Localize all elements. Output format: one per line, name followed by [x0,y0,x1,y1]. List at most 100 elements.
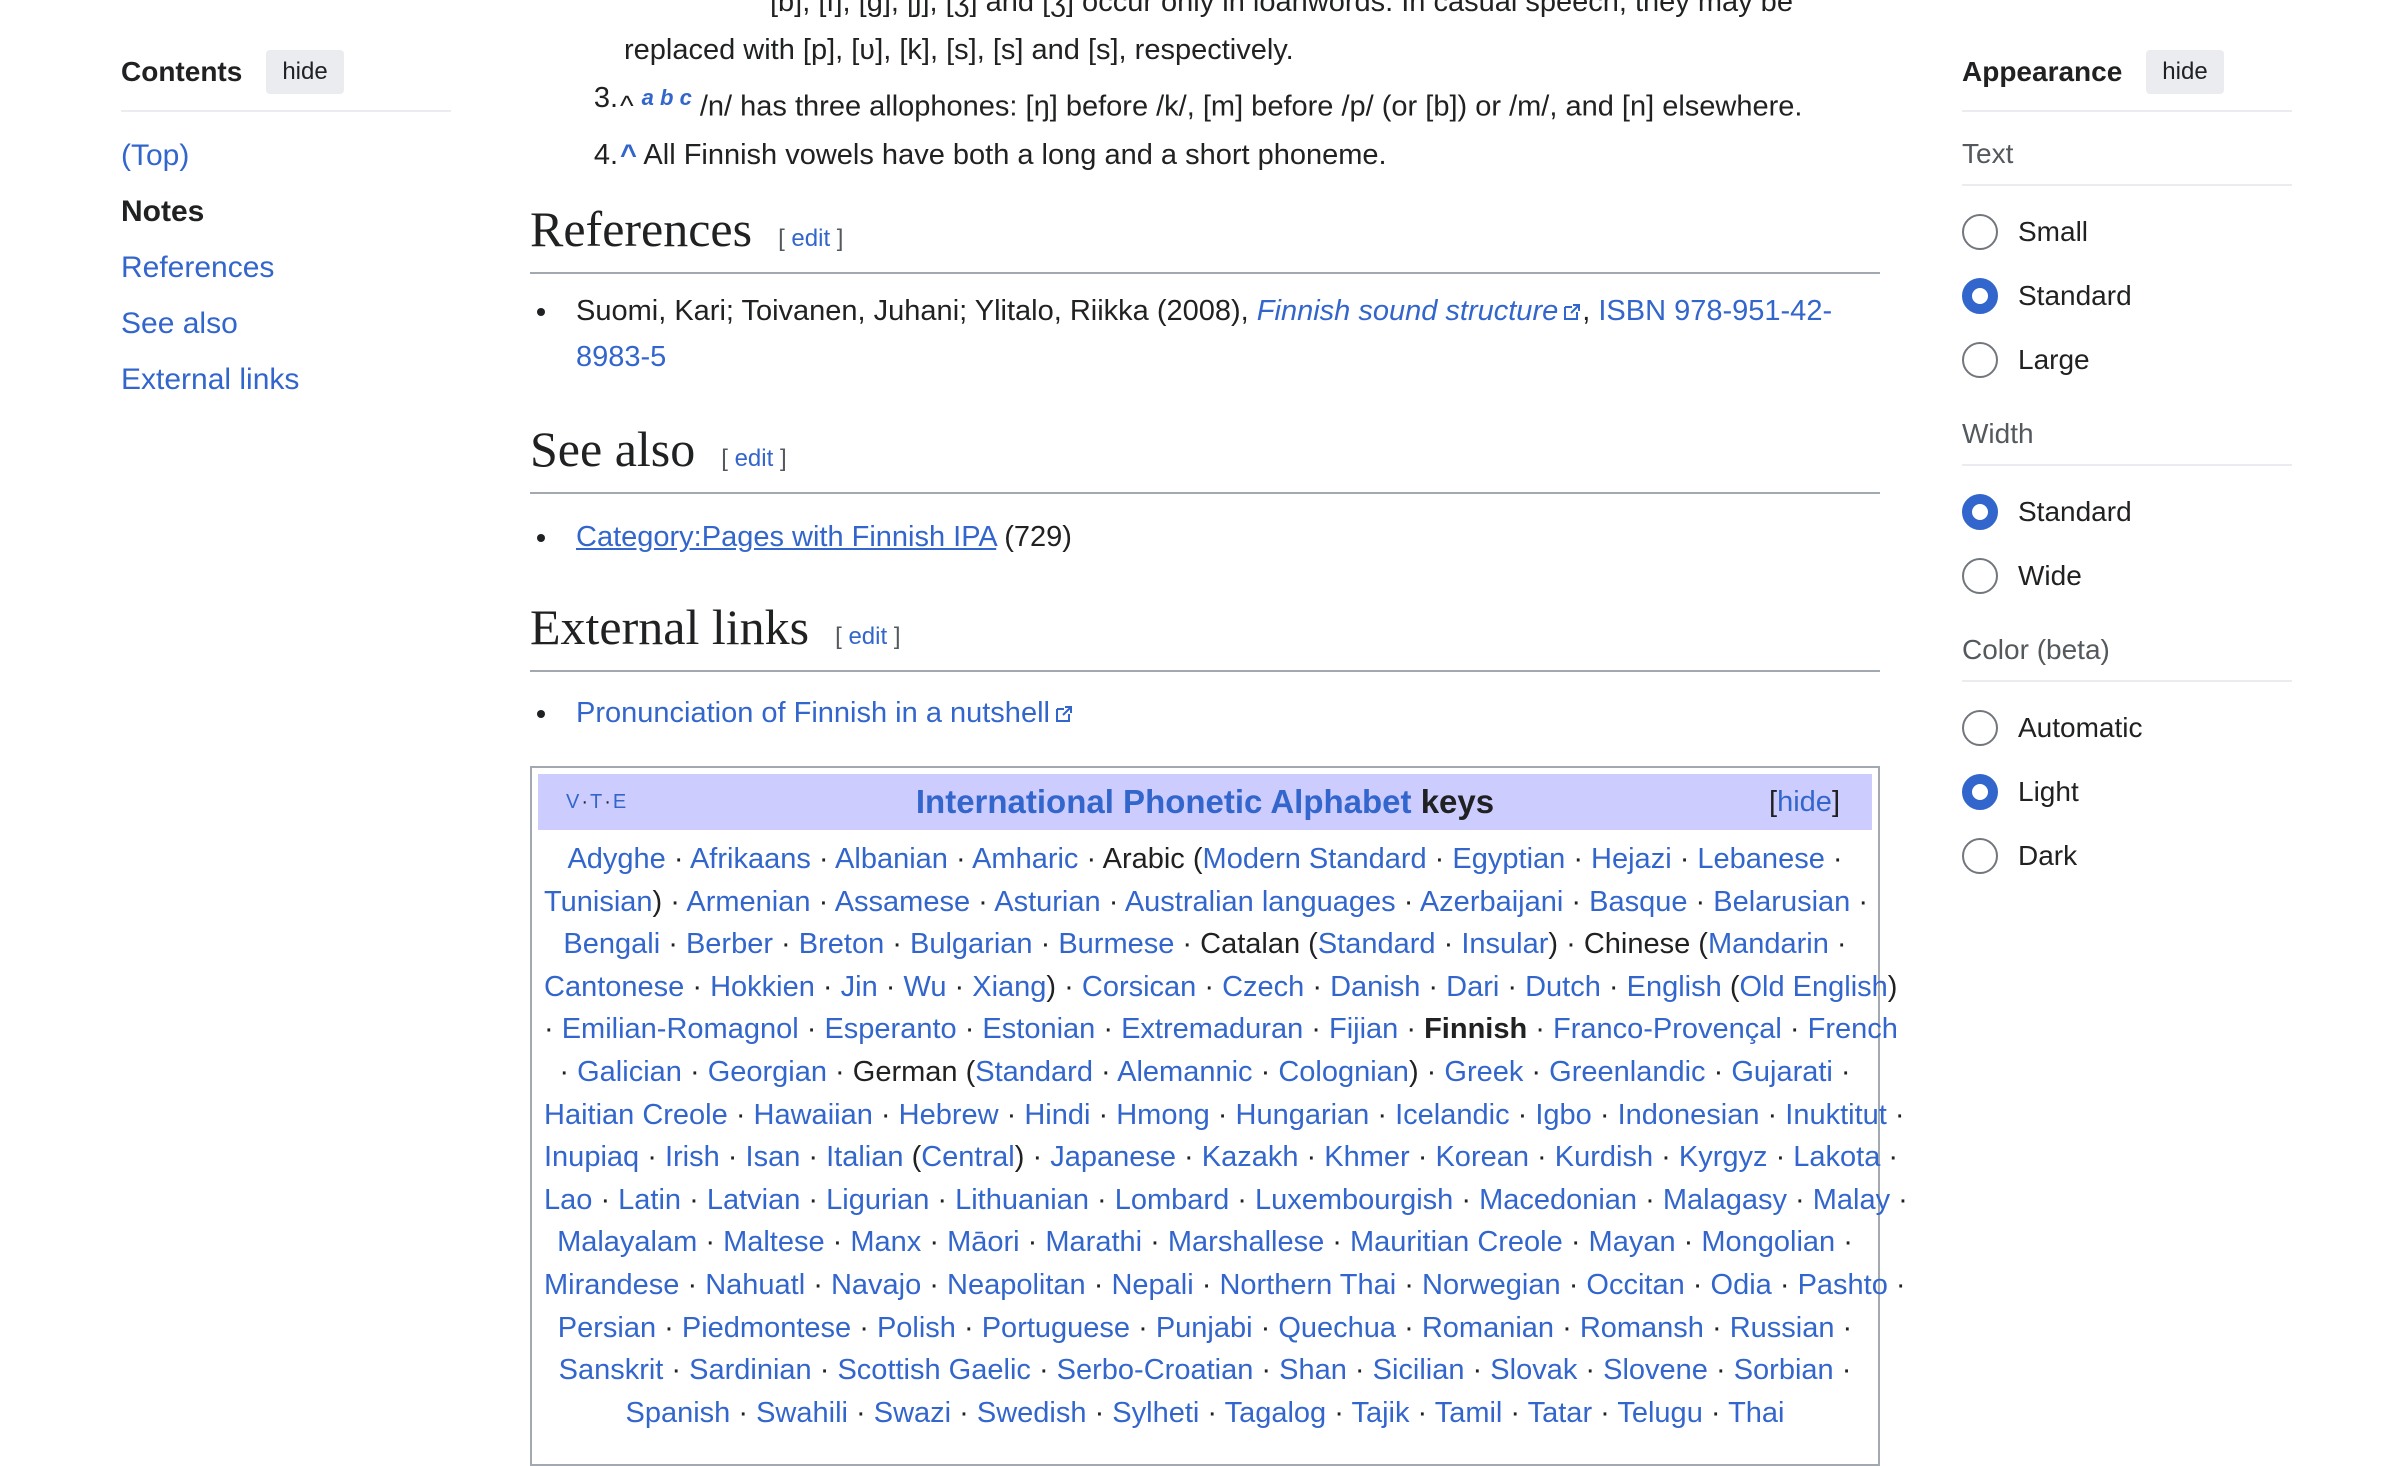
language-link[interactable]: Lebanese [1697,843,1824,875]
language-link[interactable]: French [1808,1013,1898,1045]
language-link[interactable]: Bulgarian [910,928,1033,960]
language-link[interactable]: Mandarin [1708,928,1829,960]
radio-button[interactable] [1962,558,1998,594]
radio-button[interactable] [1962,278,1998,314]
language-link[interactable]: Czech [1222,971,1304,1003]
language-link[interactable]: Berber [686,928,773,960]
language-link[interactable]: Asturian [994,886,1100,918]
language-link[interactable]: Burmese [1058,928,1174,960]
navbox-hide-link[interactable]: hide [1777,786,1832,818]
color-option-dark[interactable]: Dark [1962,824,2292,888]
language-link[interactable]: Japanese [1050,1141,1176,1173]
language-link[interactable]: Nepali [1111,1269,1193,1301]
language-link[interactable]: Mongolian [1701,1226,1835,1258]
language-link[interactable]: Hungarian [1236,1099,1370,1131]
language-link[interactable]: Hokkien [710,971,815,1003]
isbn-link[interactable]: ISBN 978-951-42- [1598,295,1832,327]
category-link[interactable]: Category:Pages with Finnish IPA [576,521,996,553]
language-link[interactable]: Dari [1446,971,1499,1003]
language-link[interactable]: Georgian [708,1056,827,1088]
language-link[interactable]: Sorbian [1734,1354,1834,1386]
language-link[interactable]: Standard [1318,928,1436,960]
language-link[interactable]: Insular [1461,928,1548,960]
language-link[interactable]: Lithuanian [955,1184,1089,1216]
language-link[interactable]: Ligurian [826,1184,929,1216]
language-link[interactable]: Swahili [756,1397,848,1429]
language-link[interactable]: Macedonian [1479,1184,1637,1216]
language-link[interactable]: Quechua [1278,1312,1396,1344]
language-link[interactable]: Russian [1730,1312,1835,1344]
language-link[interactable]: Maltese [723,1226,825,1258]
language-link[interactable]: Esperanto [824,1013,956,1045]
language-link[interactable]: Alemannic [1117,1056,1252,1088]
language-link[interactable]: Persian [558,1312,656,1344]
language-link[interactable]: Malayalam [557,1226,697,1258]
language-link[interactable]: Danish [1330,971,1420,1003]
language-link[interactable]: Hindi [1024,1099,1090,1131]
language-link[interactable]: Scottish Gaelic [837,1354,1030,1386]
language-link[interactable]: Igbo [1535,1099,1591,1131]
language-link[interactable]: Dutch [1525,971,1601,1003]
language-link[interactable]: Irish [665,1141,720,1173]
language-link[interactable]: Romansh [1580,1312,1704,1344]
language-link[interactable]: Inuktitut [1785,1099,1887,1131]
language-link[interactable]: Nahuatl [705,1269,805,1301]
language-link[interactable]: Punjabi [1156,1312,1253,1344]
language-link[interactable]: Sylheti [1112,1397,1199,1429]
language-link[interactable]: Lombard [1115,1184,1229,1216]
toc-item-references[interactable]: References [121,240,451,296]
language-link[interactable]: Extremaduran [1121,1013,1303,1045]
language-link[interactable]: Franco-Provençal [1553,1013,1782,1045]
language-link[interactable]: Tagalog [1225,1397,1327,1429]
language-link[interactable]: Amharic [972,843,1078,875]
language-link[interactable]: Azerbaijani [1420,886,1563,918]
language-link[interactable]: Sardinian [689,1354,812,1386]
radio-button[interactable] [1962,710,1998,746]
language-link[interactable]: Icelandic [1395,1099,1509,1131]
text-option-small[interactable]: Small [1962,200,2292,264]
language-link[interactable]: Indonesian [1618,1099,1760,1131]
language-link[interactable]: Marshallese [1168,1226,1324,1258]
language-link[interactable]: Isan [746,1141,801,1173]
language-link[interactable]: Navajo [831,1269,921,1301]
language-link[interactable]: Lakota [1793,1141,1880,1173]
language-link[interactable]: Tatar [1528,1397,1592,1429]
language-link[interactable]: Kyrgyz [1679,1141,1768,1173]
language-link[interactable]: Cantonese [544,971,684,1003]
language-link[interactable]: Old English [1739,971,1887,1003]
language-link[interactable]: Luxembourgish [1255,1184,1453,1216]
toc-item-see-also[interactable]: See also [121,296,451,352]
language-link[interactable]: Italian [826,1141,903,1173]
edit-link[interactable]: edit [735,445,774,472]
radio-button[interactable] [1962,214,1998,250]
language-link[interactable]: Malagasy [1663,1184,1787,1216]
language-link[interactable]: Polish [877,1312,956,1344]
language-link[interactable]: Fijian [1329,1013,1398,1045]
radio-button[interactable] [1962,494,1998,530]
language-link[interactable]: Mayan [1589,1226,1676,1258]
language-link[interactable]: Adyghe [567,843,665,875]
language-link[interactable]: Latvian [707,1184,801,1216]
toc-hide-button[interactable]: hide [266,50,344,94]
language-link[interactable]: Khmer [1324,1141,1409,1173]
language-link[interactable]: Portuguese [982,1312,1130,1344]
language-link[interactable]: Estonian [982,1013,1095,1045]
language-link[interactable]: Central [921,1141,1015,1173]
language-link[interactable]: Manx [850,1226,921,1258]
language-link[interactable]: Tamil [1435,1397,1503,1429]
language-link[interactable]: Xiang [972,971,1046,1003]
language-link[interactable]: Wu [903,971,946,1003]
view-template-link[interactable]: V [566,791,581,813]
language-link[interactable]: Belarusian [1713,886,1850,918]
language-link[interactable]: Greek [1444,1056,1523,1088]
language-link[interactable]: Latin [618,1184,681,1216]
talk-template-link[interactable]: T [590,791,604,813]
language-link[interactable]: Kurdish [1555,1141,1653,1173]
language-link[interactable]: Modern Standard [1203,843,1427,875]
toc-item-external-links[interactable]: External links [121,352,451,408]
language-link[interactable]: Assamese [835,886,970,918]
language-link[interactable]: Neapolitan [947,1269,1086,1301]
language-link[interactable]: Sanskrit [559,1354,664,1386]
language-link[interactable]: Sicilian [1373,1354,1465,1386]
language-link[interactable]: Romanian [1422,1312,1554,1344]
